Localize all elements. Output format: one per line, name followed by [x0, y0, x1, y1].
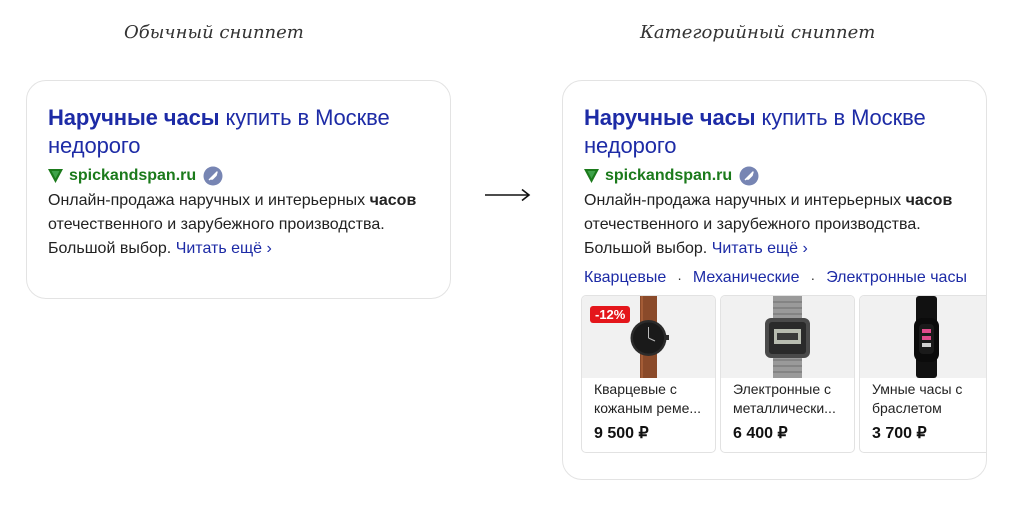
product-price: 9 500 ₽ [594, 425, 649, 442]
category-link-electronic[interactable]: Электронные часы [826, 269, 967, 287]
product-price: 3 700 ₽ [872, 425, 927, 442]
snippet-description: Онлайн-продажа наручных и интерьерных ча… [584, 189, 979, 261]
product-card[interactable]: -12% Кварцевые с кожаным реме... 9 500 ₽ [581, 295, 716, 453]
caption-category-snippet: Категорийный сниппет [640, 22, 876, 43]
verified-rocket-icon[interactable] [203, 166, 223, 186]
discount-badge: -12% [590, 306, 631, 323]
product-carousel: -12% Кварцевые с кожаным реме... 9 500 ₽ [581, 295, 986, 455]
verified-rocket-icon[interactable] [739, 166, 759, 186]
category-snippet-card: Наручные часы купить в Москве недорого s… [562, 80, 987, 480]
snippet-title-link[interactable]: Наручные часы купить в Москве недорого [584, 104, 984, 160]
category-link-quartz[interactable]: Кварцевые [584, 269, 666, 287]
product-card[interactable]: Электронные с металлически... 6 400 ₽ [720, 295, 855, 453]
snippet-title-link[interactable]: Наручные часы купить в Москве недорого [48, 104, 448, 160]
desc-part1: Онлайн-продажа наручных и интерьерных [48, 192, 370, 209]
product-price: 6 400 ₽ [733, 425, 788, 442]
category-link-mechanical[interactable]: Механические [693, 269, 800, 287]
product-name[interactable]: Кварцевые с кожаным реме... [594, 380, 712, 418]
product-card[interactable]: Умные часы с браслетом 3 700 ₽ [859, 295, 986, 453]
category-links: Кварцевые · Механические · Электронные ч… [584, 266, 984, 290]
desc-bold: часов [905, 192, 953, 209]
read-more-link[interactable]: Читать ещё › [176, 240, 272, 257]
separator-dot: · [810, 270, 816, 286]
desc-bold: часов [369, 192, 417, 209]
domain-row: spickandspan.ru [48, 164, 448, 188]
product-name[interactable]: Умные часы с браслетом [872, 380, 986, 418]
title-bold[interactable]: Наручные часы [48, 105, 220, 130]
v-logo-icon [584, 169, 599, 183]
v-logo-icon [48, 169, 63, 183]
separator-dot: · [677, 270, 682, 286]
smart-band-icon [914, 296, 939, 378]
product-name[interactable]: Электронные с металлически... [733, 380, 851, 418]
domain-link[interactable]: spickandspan.ru [69, 167, 196, 185]
snippet-description: Онлайн-продажа наручных и интерьерных ча… [48, 189, 443, 261]
right-arrow-icon [485, 188, 531, 202]
domain-link[interactable]: spickandspan.ru [605, 167, 732, 185]
product-image[interactable] [721, 296, 854, 378]
product-image[interactable]: -12% [582, 296, 715, 378]
domain-row: spickandspan.ru [584, 164, 984, 188]
caption-regular-snippet: Обычный сниппет [124, 22, 304, 43]
read-more-link[interactable]: Читать ещё › [712, 240, 808, 257]
title-bold[interactable]: Наручные часы [584, 105, 756, 130]
desc-part1: Онлайн-продажа наручных и интерьерных [584, 192, 906, 209]
digital-watch-icon [765, 296, 810, 378]
product-image[interactable] [860, 296, 986, 378]
regular-snippet-card: Наручные часы купить в Москве недорого s… [26, 80, 451, 299]
